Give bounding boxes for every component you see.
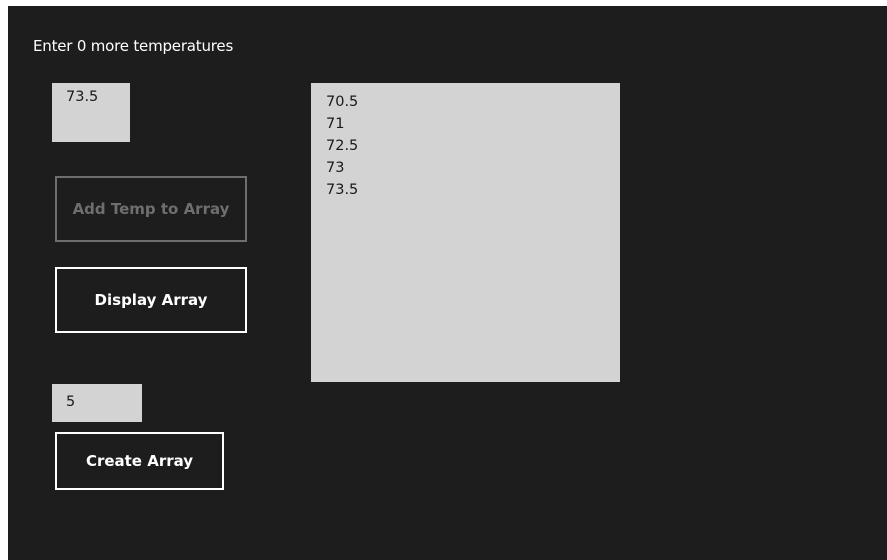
array-size-input[interactable]: 5 xyxy=(52,384,142,422)
array-display-box[interactable]: 70.5 71 72.5 73 73.5 xyxy=(311,83,620,382)
add-temp-button[interactable]: Add Temp to Array xyxy=(55,176,247,242)
create-array-button[interactable]: Create Array xyxy=(55,432,224,490)
list-item: 73 xyxy=(326,160,345,176)
list-item: 70.5 xyxy=(326,94,359,110)
prompt-label: Enter 0 more temperatures xyxy=(33,37,234,55)
app-window: Enter 0 more temperatures 73.5 Add Temp … xyxy=(8,6,887,560)
list-item: 71 xyxy=(326,116,345,132)
list-item: 73.5 xyxy=(326,182,359,198)
display-array-button[interactable]: Display Array xyxy=(55,267,247,333)
temperature-input[interactable]: 73.5 xyxy=(52,83,130,142)
list-item: 72.5 xyxy=(326,138,359,154)
